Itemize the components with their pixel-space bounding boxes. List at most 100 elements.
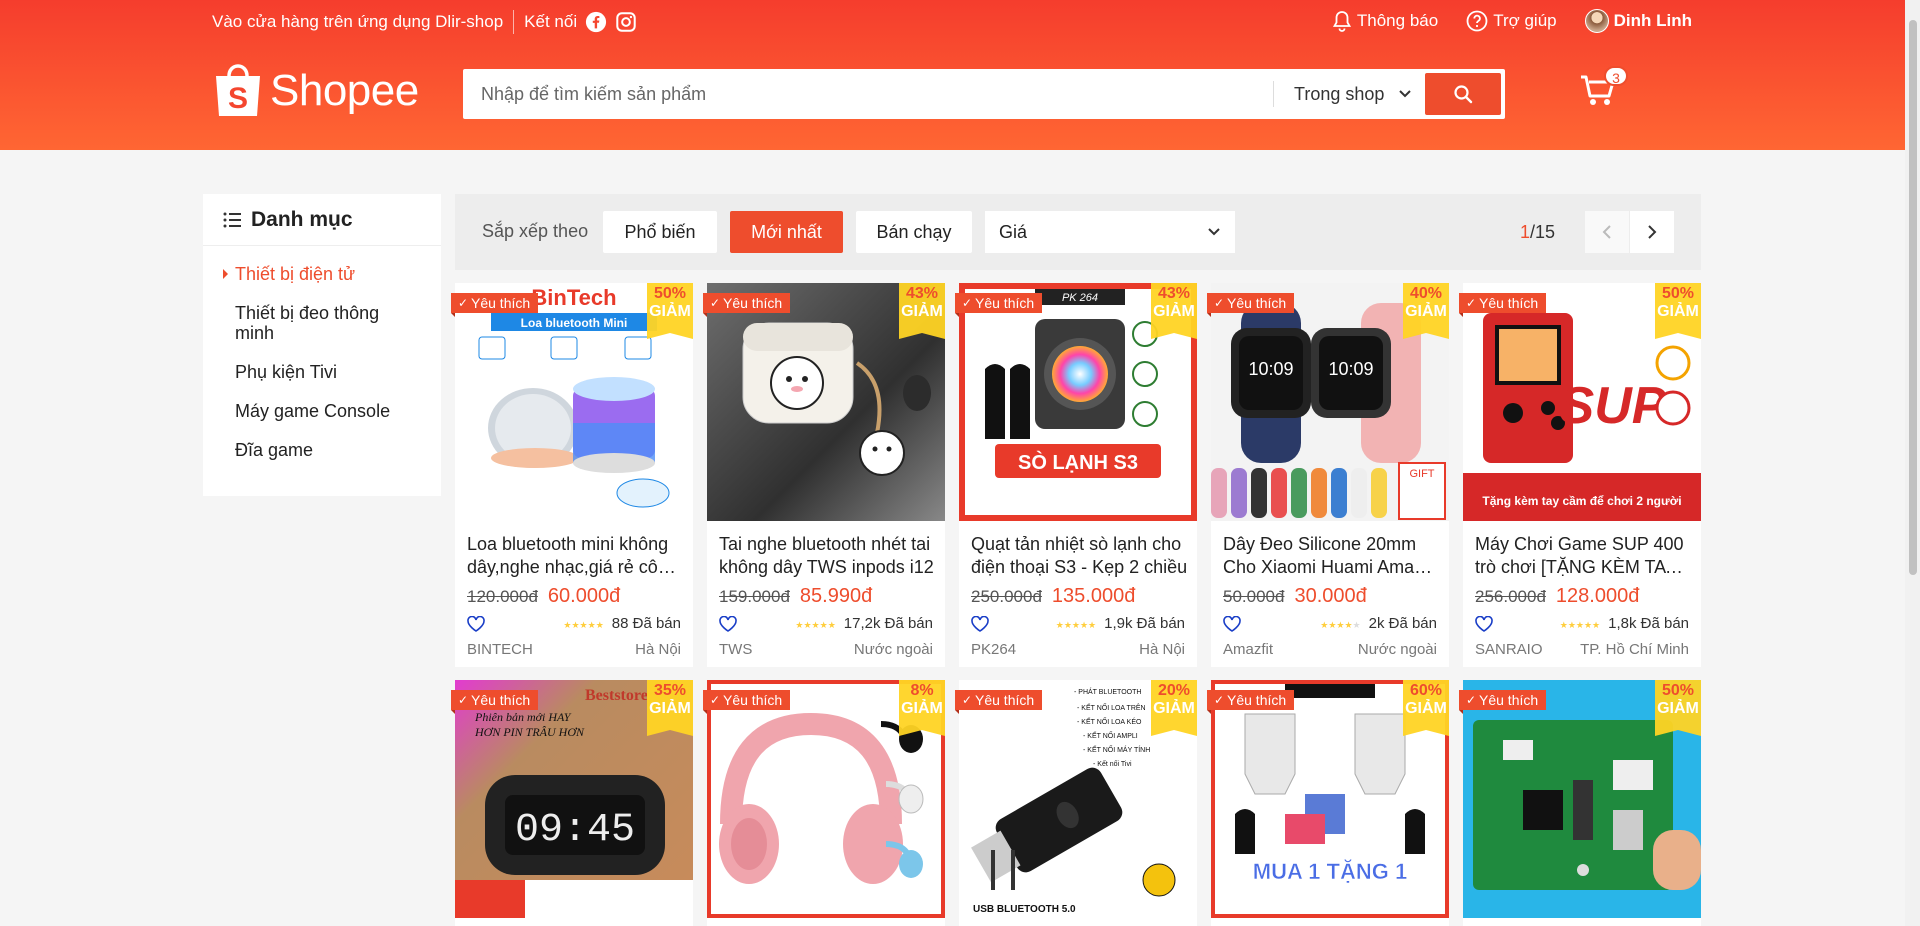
list-icon [223,212,241,227]
product-card[interactable]: Yêu thích 43%GIẢM Tai nghe bluetooth nhé… [703,283,945,667]
rating-stars: ★★★★★ [795,620,836,630]
user-name: Dinh Linh [1613,11,1692,30]
svg-text:10:09: 10:09 [1248,359,1293,379]
heart-icon[interactable] [1223,615,1241,632]
favorite-badge: Yêu thích [703,690,791,714]
page-total: /15 [1530,222,1556,242]
header: Vào cửa hàng trên ứng dụng Dlir-shop Kết… [0,0,1905,150]
sale-price: 128.000đ [1555,585,1640,607]
facebook-icon[interactable] [585,11,607,33]
rating-stars: ★★★★★ [1320,620,1361,630]
shop-location: Nước ngoài [1357,641,1437,658]
sort-label: Sắp xếp theo [482,221,589,241]
category-header: Danh mục [203,194,441,246]
original-price: 250.000đ [971,587,1042,606]
svg-text:S: S [228,82,248,115]
cart-button[interactable]: 3 [1580,66,1628,114]
original-price: 256.000đ [1475,587,1546,606]
page-indicator: 1/15 [1520,222,1555,243]
sidebar-item-game-discs[interactable]: Đĩa game [203,440,441,460]
original-price: 159.000đ [719,587,790,606]
shop-brand: PK264 [971,641,1017,658]
product-card[interactable]: - PHÁT BLUETOOTH - KẾT NỐI LOA TRÊN - KẾ… [955,680,1197,926]
search-scope-label: Trong shop [1294,83,1385,104]
sidebar-item-tv-accessories[interactable]: Phụ kiện Tivi [203,362,441,382]
chevron-down-icon [1399,90,1412,98]
discount-badge: 35% GIẢM [647,680,693,736]
original-price: 50.000đ [1223,587,1285,606]
notifications-link[interactable]: Thông báo [1332,10,1438,32]
user-menu[interactable]: Dinh Linh [1584,9,1692,33]
discount-badge: 43% GIẢM [1151,283,1197,339]
svg-text:- KẾT NỐI LOA TRÊN: - KẾT NỐI LOA TRÊN [1077,702,1146,712]
sale-price: 60.000đ [547,585,621,607]
sort-price-dropdown[interactable]: Giá [985,211,1235,253]
sidebar-item-wearables[interactable]: Thiết bị đeo thông minh [203,303,441,343]
sold-count: 1,8k Đã bán [1608,615,1689,632]
svg-text:Loa bluetooth Mini: Loa bluetooth Mini [521,316,628,330]
favorite-badge: Yêu thích [955,690,1043,714]
shop-location: Nước ngoài [853,641,933,658]
product-card[interactable]: Beststore Phiên bản mới HAY HƠN PIN TRÂU… [451,680,693,926]
notifications-label: Thông báo [1356,11,1439,30]
product-card[interactable]: 10:09 10:09 GIFT Yêu thí [1207,283,1449,667]
search-button[interactable] [1425,73,1501,115]
heart-icon[interactable] [971,615,989,632]
sort-price-label: Giá [999,221,1028,242]
svg-text:- KẾT NỐI LOA KÉO: - KẾT NỐI LOA KÉO [1077,716,1142,726]
shop-brand: TWS [719,641,753,658]
favorite-badge: Yêu thích [451,293,539,317]
heart-icon[interactable] [467,615,485,632]
product-card[interactable]: SUP Tặng kèm tay cầm để chơi 2 người Yêu… [1459,283,1701,667]
svg-text:SÒ LẠNH S3: SÒ LẠNH S3 [1018,450,1138,474]
product-card[interactable]: BinTech Loa bluetooth Mini Yêu thích 50%… [451,283,693,667]
search-bar: Trong shop [463,69,1505,119]
scrollbar-thumb[interactable] [1909,20,1917,575]
rating-stars: ★★★★★ [1559,620,1601,630]
discount-badge: 50% GIẢM [1655,283,1701,339]
product-title: Tai nghe bluetooth nhét tai không dây TW… [719,534,934,577]
top-bar: Vào cửa hàng trên ứng dụng Dlir-shop Kết… [212,0,1692,40]
sold-count: 17,2k Đã bán [843,615,933,632]
svg-text:- Kết nối Tivi: - Kết nối Tivi [1093,759,1132,768]
product-card[interactable]: PK 264 SÒ LẠNH S3 Yêu thích 43%GIẢM Quạt… [955,283,1197,667]
app-store-link[interactable]: Vào cửa hàng trên ứng dụng Dlir-shop [212,12,503,32]
help-link[interactable]: Trợ giúp [1466,10,1557,32]
favorite-badge: Yêu thích [1207,293,1295,317]
svg-text:10:09: 10:09 [1328,359,1373,379]
svg-text:USB BLUETOOTH 5.0: USB BLUETOOTH 5.0 [973,904,1076,915]
heart-icon[interactable] [719,615,737,632]
favorite-badge: Yêu thích [955,293,1043,317]
prev-page-button[interactable] [1585,211,1629,253]
page-scrollbar[interactable] [1905,0,1920,926]
favorite-badge: Yêu thích [1459,293,1547,317]
search-icon [1454,85,1473,104]
favorite-badge: Yêu thích [451,690,539,714]
svg-text:GIFT: GIFT [1409,468,1434,480]
heart-icon[interactable] [1475,615,1493,632]
product-card[interactable]: Yêu thích 50%GIẢM [1459,680,1701,926]
sort-best-selling-button[interactable]: Bán chạy [856,211,972,253]
product-card[interactable]: MUA 1 TẶNG 1 Yêu thích 60%GIẢM [1207,680,1449,926]
next-page-button[interactable] [1630,211,1674,253]
help-label: Trợ giúp [1493,11,1557,30]
discount-badge: 20% GIẢM [1151,680,1197,736]
search-input[interactable] [481,69,1281,119]
favorite-badge: Yêu thích [703,293,791,317]
sale-price: 135.000đ [1051,585,1136,607]
rating-stars: ★★★★★ [1055,620,1097,630]
shop-brand: Amazfit [1223,641,1274,658]
rating-stars: ★★★★★ [563,620,604,630]
svg-text:PK 264: PK 264 [1062,292,1098,304]
shopee-logo[interactable]: S Shopee [212,62,419,120]
search-scope-dropdown[interactable]: Trong shop [1273,81,1412,107]
product-card[interactable]: Yêu thích 8%GIẢM [703,680,945,926]
favorite-badge: Yêu thích [1207,690,1295,714]
sort-newest-button[interactable]: Mới nhất [730,211,843,253]
svg-text:- PHÁT BLUETOOTH: - PHÁT BLUETOOTH [1074,687,1141,696]
sort-popular-button[interactable]: Phổ biến [603,211,717,253]
sidebar-item-game-console[interactable]: Máy game Console [203,401,441,421]
sidebar-item-electronics[interactable]: Thiết bị điện tử [203,264,441,284]
shop-brand: SANRAIO [1475,641,1543,658]
instagram-icon[interactable] [615,11,637,33]
